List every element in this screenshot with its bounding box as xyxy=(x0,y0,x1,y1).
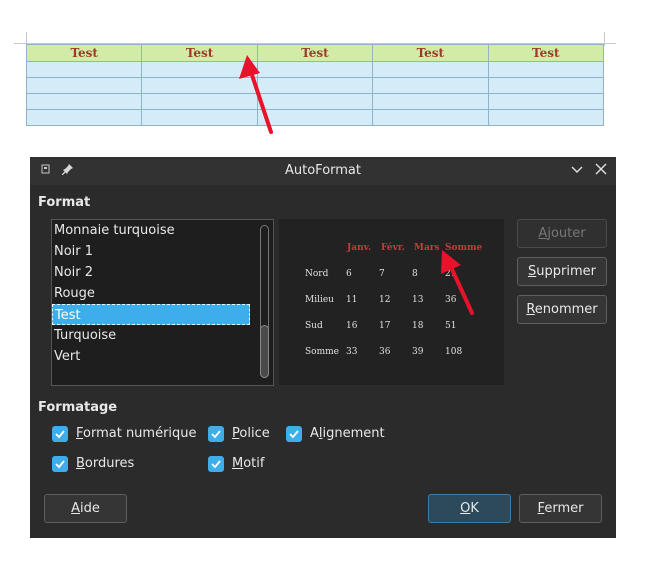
table-cell[interactable] xyxy=(25,61,143,78)
preview-row-label: Nord xyxy=(305,269,329,279)
preview-cell: 12 xyxy=(379,295,391,305)
preview-cell: 16 xyxy=(346,321,358,331)
table-cell[interactable] xyxy=(487,61,605,78)
preview-cell: 6 xyxy=(346,269,352,279)
number-format-checkbox[interactable]: Format numérique xyxy=(52,425,202,443)
table-header-cell[interactable]: Test xyxy=(372,44,489,62)
formatting-section-label: Formatage xyxy=(38,400,118,415)
table-cell[interactable] xyxy=(372,77,489,94)
table-header-cell[interactable]: Test xyxy=(487,44,605,62)
dialog-titlebar[interactable]: AutoFormat xyxy=(30,157,616,185)
preview-row-label: Milieu xyxy=(305,295,334,305)
close-icon[interactable] xyxy=(593,163,609,179)
list-item[interactable]: Turquoise xyxy=(52,325,250,346)
help-button[interactable]: Aide xyxy=(44,494,127,523)
page-guide-tick xyxy=(604,32,605,46)
preview-cell: 33 xyxy=(346,347,358,357)
list-item[interactable]: Rouge xyxy=(52,283,250,304)
list-item-selected[interactable]: Test xyxy=(52,304,250,325)
list-item[interactable]: Monnaie turquoise xyxy=(52,220,250,241)
preview-col-header: Janv. xyxy=(347,243,372,253)
checkmark-icon[interactable] xyxy=(208,456,224,472)
dialog-title: AutoFormat xyxy=(285,163,361,178)
format-section-label: Format xyxy=(38,195,91,210)
preview-col-header: Mars xyxy=(414,243,440,253)
table-cell[interactable] xyxy=(372,93,489,110)
document-table[interactable]: Test Test Test Test Test xyxy=(25,44,605,126)
table-cell[interactable] xyxy=(487,77,605,94)
red-arrow-icon xyxy=(239,55,273,134)
checkmark-icon[interactable] xyxy=(286,426,302,442)
preview-cell: 17 xyxy=(379,321,391,331)
preview-row-label: Somme xyxy=(305,347,339,357)
chevron-down-icon[interactable] xyxy=(569,163,585,179)
preview-cell: 18 xyxy=(412,321,424,331)
ok-button[interactable]: OK xyxy=(428,494,511,523)
document-area: Test Test Test Test Test xyxy=(0,0,669,150)
table-cell[interactable] xyxy=(372,109,489,126)
checkmark-icon[interactable] xyxy=(52,426,68,442)
preview-col-header: Févr. xyxy=(381,243,405,253)
pattern-checkbox[interactable]: Motif xyxy=(208,455,278,473)
font-checkbox[interactable]: Police xyxy=(208,425,278,443)
table-row xyxy=(25,109,605,126)
add-button[interactable]: Ajouter xyxy=(517,219,607,248)
close-button[interactable]: Fermer xyxy=(519,494,602,523)
preview-cell: 51 xyxy=(445,321,457,331)
borders-checkbox[interactable]: Bordures xyxy=(52,455,152,473)
checkmark-icon[interactable] xyxy=(52,456,68,472)
table-cell[interactable] xyxy=(25,77,143,94)
preview-cell: 108 xyxy=(445,347,463,357)
preview-cell: 39 xyxy=(412,347,424,357)
delete-button[interactable]: Supprimer xyxy=(517,257,607,286)
list-item[interactable]: Noir 2 xyxy=(52,262,250,283)
table-cell[interactable] xyxy=(25,109,143,126)
rename-button[interactable]: Renommer xyxy=(517,295,607,324)
table-row xyxy=(25,61,605,78)
preview-cell: 8 xyxy=(412,269,418,279)
table-cell[interactable] xyxy=(25,93,143,110)
table-cell[interactable] xyxy=(487,109,605,126)
table-row xyxy=(25,77,605,94)
table-cell[interactable] xyxy=(487,93,605,110)
table-row xyxy=(25,93,605,110)
autoformat-dialog: AutoFormat Format Monnaie turquoise Noir… xyxy=(30,157,616,538)
red-arrow-icon xyxy=(441,250,474,315)
list-item[interactable]: Vert xyxy=(52,346,250,367)
table-cell[interactable] xyxy=(372,61,489,78)
alignment-checkbox[interactable]: Alignement xyxy=(286,425,386,443)
preview-cell: 11 xyxy=(346,295,358,305)
checkmark-icon[interactable] xyxy=(208,426,224,442)
list-item[interactable]: Noir 1 xyxy=(52,241,250,262)
table-header-cell[interactable]: Test xyxy=(25,44,143,62)
table-header-row: Test Test Test Test Test xyxy=(25,44,605,62)
preview-row-label: Sud xyxy=(305,321,323,331)
list-scrollbar-thumb[interactable] xyxy=(260,325,269,378)
format-listbox[interactable]: Monnaie turquoise Noir 1 Noir 2 Rouge Te… xyxy=(51,219,274,386)
preview-cell: 13 xyxy=(412,295,424,305)
preview-cell: 7 xyxy=(379,269,385,279)
preview-cell: 36 xyxy=(379,347,391,357)
